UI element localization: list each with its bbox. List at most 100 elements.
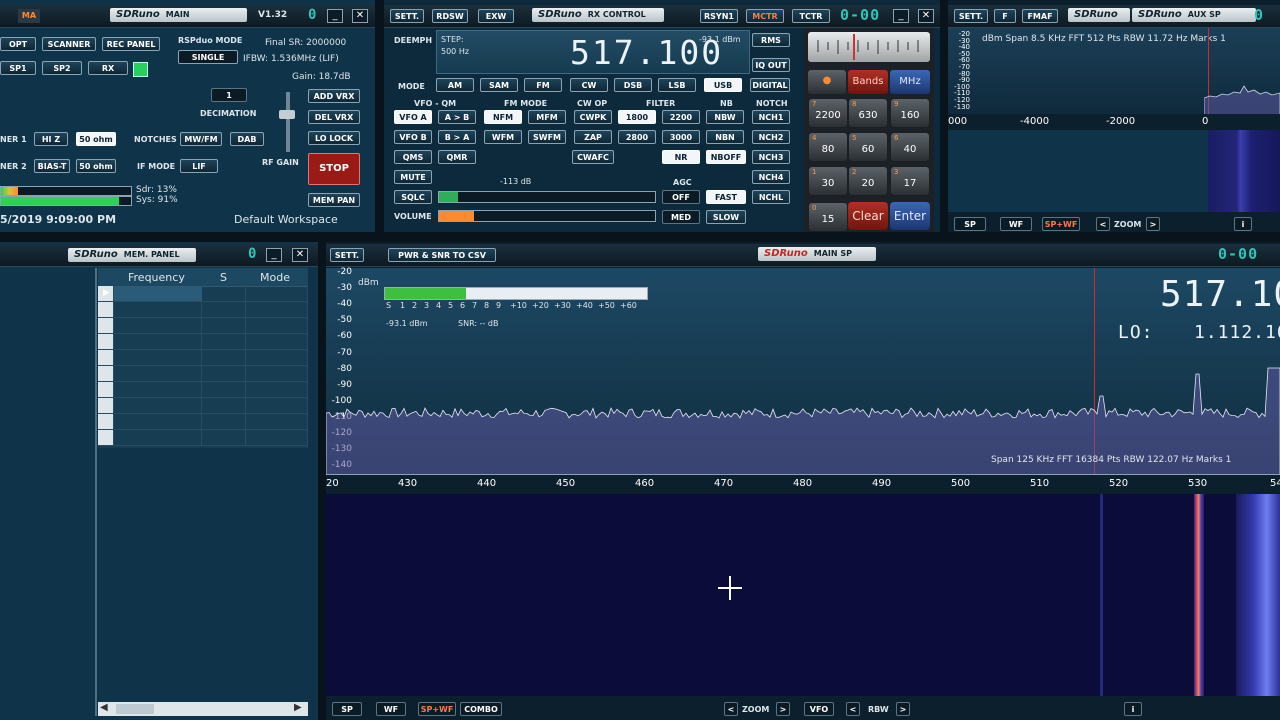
mem-cell[interactable] xyxy=(98,350,114,366)
single-button[interactable]: SINGLE xyxy=(178,50,238,64)
keypad-key-6[interactable]: 6 40 xyxy=(890,132,930,162)
qmr-button[interactable]: QMR xyxy=(438,150,476,164)
mem-pan-button[interactable]: MEM PAN xyxy=(308,193,360,207)
mem-cell[interactable] xyxy=(202,286,246,302)
mode-sam-button[interactable]: SAM xyxy=(480,78,518,92)
swfm-button[interactable]: SWFM xyxy=(528,130,566,144)
mem-table[interactable]: Frequency S Mode ▶ xyxy=(98,268,308,448)
lo-lock-button[interactable]: LO LOCK xyxy=(308,131,360,145)
del-vrx-button[interactable]: DEL VRX xyxy=(308,110,360,124)
col-s[interactable]: S xyxy=(220,271,227,284)
iq-out-button[interactable]: IQ OUT xyxy=(752,58,790,72)
mem-cell[interactable] xyxy=(98,398,114,414)
main-waterfall[interactable] xyxy=(326,494,1280,696)
mem-cell[interactable] xyxy=(98,366,114,382)
stop-button[interactable]: STOP xyxy=(308,153,360,185)
a-to-b-button[interactable]: A > B xyxy=(438,110,476,124)
mem-cell[interactable] xyxy=(98,334,114,350)
exw-button[interactable]: EXW xyxy=(478,9,514,23)
vfo-button[interactable]: VFO xyxy=(804,702,834,716)
zoom-out-button[interactable]: < xyxy=(724,702,738,716)
tctr-button[interactable]: TCTR xyxy=(792,9,830,23)
aux-info-button[interactable]: i xyxy=(1234,217,1252,231)
rx-button[interactable]: RX xyxy=(88,61,128,75)
mode-digital-button[interactable]: DIGITAL xyxy=(750,78,790,92)
opt-button[interactable]: OPT xyxy=(0,37,36,51)
add-vrx-button[interactable]: ADD VRX xyxy=(308,89,360,103)
nchl-button[interactable]: NCHL xyxy=(752,190,790,204)
mfm-button[interactable]: MFM xyxy=(528,110,566,124)
rms-button[interactable]: RMS xyxy=(752,33,790,47)
mem-cell[interactable] xyxy=(202,334,246,350)
enter-button[interactable]: Enter xyxy=(890,202,930,230)
close-icon[interactable]: ✕ xyxy=(352,9,368,23)
nfm-button[interactable]: NFM xyxy=(484,110,522,124)
mem-cell[interactable] xyxy=(114,350,202,366)
filter-1800-button[interactable]: 1800 xyxy=(618,110,656,124)
keypad-key-0[interactable]: 0 15 xyxy=(808,202,848,232)
biast-button[interactable]: BIAS-T xyxy=(34,159,70,173)
volume-slider[interactable] xyxy=(438,210,656,222)
keypad-key-2[interactable]: 2 20 xyxy=(848,166,888,196)
combo-button[interactable]: COMBO xyxy=(460,702,502,716)
sqlc-slider[interactable] xyxy=(438,191,656,203)
keypad-key-3[interactable]: 3 17 xyxy=(890,166,930,196)
hiz-button[interactable]: HI Z xyxy=(34,132,68,146)
mem-cell[interactable] xyxy=(114,430,202,446)
rbw-up-button[interactable]: > xyxy=(896,702,910,716)
mem-cell[interactable] xyxy=(246,414,308,430)
mem-cell[interactable] xyxy=(114,366,202,382)
keypad-key-9[interactable]: 9 160 xyxy=(890,98,930,128)
mem-selected-cell[interactable] xyxy=(114,287,202,301)
keypad-key-1[interactable]: 1 30 xyxy=(808,166,848,196)
mem-cell[interactable] xyxy=(202,302,246,318)
agc-off-button[interactable]: OFF xyxy=(662,190,700,204)
col-frequency[interactable]: Frequency xyxy=(128,271,185,284)
mem-cell[interactable] xyxy=(246,382,308,398)
rdsw-button[interactable]: RDSW xyxy=(432,9,468,23)
aux-sett-button[interactable]: SETT. xyxy=(954,9,988,23)
nch3-button[interactable]: NCH3 xyxy=(752,150,790,164)
qms-button[interactable]: QMS xyxy=(394,150,432,164)
nch1-button[interactable]: NCH1 xyxy=(752,110,790,124)
mem-cell[interactable] xyxy=(202,414,246,430)
nr-button[interactable]: NR xyxy=(662,150,700,164)
filter-2200-button[interactable]: 2200 xyxy=(662,110,700,124)
mem-cell[interactable] xyxy=(98,414,114,430)
mem-cell[interactable] xyxy=(98,430,114,446)
mem-cell[interactable] xyxy=(246,286,308,302)
scroll-right-icon[interactable]: ▶ xyxy=(294,702,302,713)
filter-2800-button[interactable]: 2800 xyxy=(618,130,656,144)
main-sp-button[interactable]: SP xyxy=(332,702,362,716)
clear-button[interactable]: Clear xyxy=(848,202,888,230)
rbw-down-button[interactable]: < xyxy=(846,702,860,716)
rec-panel-button[interactable]: REC PANEL xyxy=(102,37,160,51)
mem-cell[interactable] xyxy=(246,430,308,446)
col-mode[interactable]: Mode xyxy=(260,271,290,284)
aux-spwf-button[interactable]: SP+WF xyxy=(1042,217,1080,231)
sp1-button[interactable]: SP1 xyxy=(0,61,36,75)
mem-cell[interactable] xyxy=(114,302,202,318)
mem-cell[interactable] xyxy=(202,366,246,382)
nboff-button[interactable]: NBOFF xyxy=(706,150,746,164)
mode-am-button[interactable]: AM xyxy=(436,78,474,92)
bands-button[interactable]: Bands xyxy=(848,70,888,94)
cwpk-button[interactable]: CWPK xyxy=(574,110,612,124)
nch4-button[interactable]: NCH4 xyxy=(752,170,790,184)
mem-cell[interactable] xyxy=(202,430,246,446)
scanner-button[interactable]: SCANNER xyxy=(42,37,96,51)
wfm-button[interactable]: WFM xyxy=(484,130,522,144)
mem-cell[interactable] xyxy=(114,318,202,334)
ohm2-button[interactable]: 50 ohm xyxy=(76,159,116,173)
nbn-button[interactable]: NBN xyxy=(706,130,744,144)
mem-minimize-icon[interactable]: _ xyxy=(266,248,282,262)
mode-fm-button[interactable]: FM xyxy=(524,78,562,92)
keypad-key-8[interactable]: 8 630 xyxy=(848,98,888,128)
aux-sp-button[interactable]: SP xyxy=(954,217,986,231)
mem-cell[interactable] xyxy=(98,318,114,334)
mem-cell[interactable] xyxy=(98,382,114,398)
record-icon[interactable]: ● xyxy=(808,70,846,94)
mem-cell[interactable] xyxy=(246,318,308,334)
mem-cell[interactable] xyxy=(114,334,202,350)
keypad-key-4[interactable]: 4 80 xyxy=(808,132,848,162)
